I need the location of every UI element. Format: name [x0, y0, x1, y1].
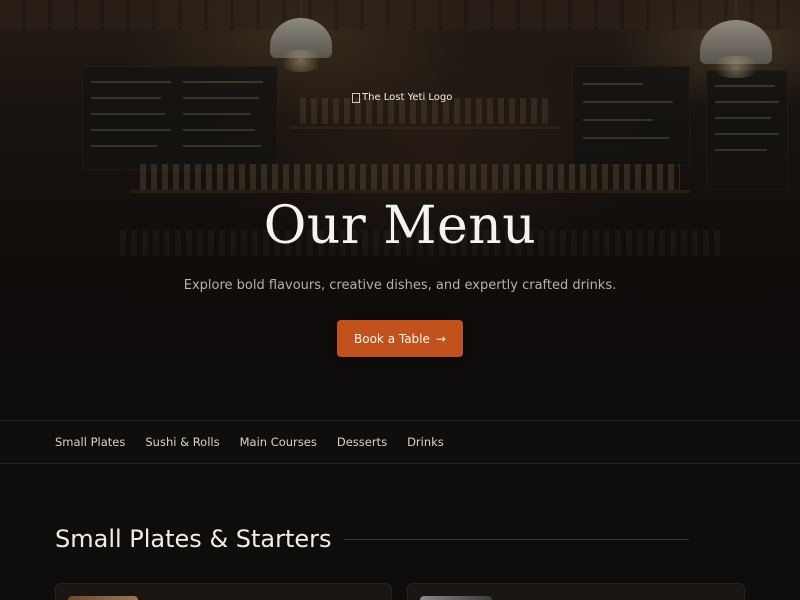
menu-category-nav: Small Plates Sushi & Rolls Main Courses … — [0, 420, 800, 464]
page-subtitle: Explore bold flavours, creative dishes, … — [183, 278, 617, 293]
site-logo[interactable]: The Lost Yeti Logo — [352, 92, 452, 103]
menu-item-card[interactable] — [407, 583, 745, 600]
section-title: Small Plates & Starters — [55, 525, 332, 553]
tab-main-courses[interactable]: Main Courses — [240, 435, 317, 449]
logo-alt-text: The Lost Yeti Logo — [362, 92, 453, 103]
section-header: Small Plates & Starters — [55, 522, 689, 556]
book-table-label: Book a Table — [354, 331, 430, 346]
menu-item-card[interactable] — [55, 583, 392, 600]
image-placeholder-icon — [352, 92, 360, 103]
tab-drinks[interactable]: Drinks — [407, 435, 444, 449]
section-divider — [343, 538, 689, 540]
book-table-button[interactable]: Book a Table → — [337, 320, 463, 357]
tab-sushi-rolls[interactable]: Sushi & Rolls — [145, 435, 219, 449]
tab-small-plates[interactable]: Small Plates — [55, 435, 125, 449]
arrow-right-icon: → — [435, 331, 446, 346]
menu-item-image — [420, 596, 492, 600]
hero-content: The Lost Yeti Logo Our Menu Explore bold… — [0, 0, 800, 420]
page-title: Our Menu — [263, 196, 537, 256]
tab-desserts[interactable]: Desserts — [337, 435, 387, 449]
menu-item-image — [68, 596, 138, 600]
